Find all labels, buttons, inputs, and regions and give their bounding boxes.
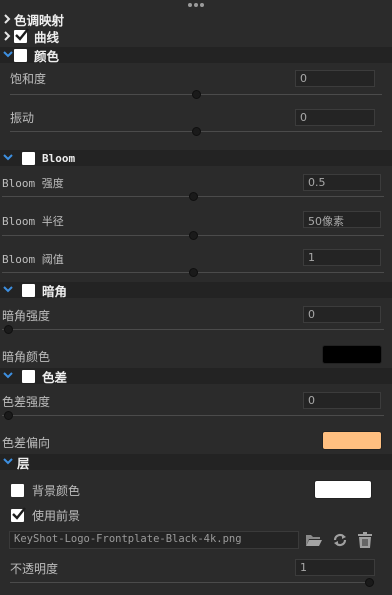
section-title-layers: 层 — [17, 455, 30, 471]
background-color-row[interactable]: 背景颜色 — [11, 482, 80, 499]
refresh-icon[interactable] — [331, 532, 349, 548]
section-header-vignette[interactable]: 暗角 — [0, 282, 392, 299]
section-header-bloom[interactable]: Bloom — [0, 150, 392, 166]
chromatic-strength-input[interactable]: 0 — [303, 392, 381, 409]
use-foreground-label: 使用前景 — [32, 509, 81, 523]
section-title-curves: 曲线 — [34, 29, 60, 45]
trash-icon[interactable] — [356, 532, 374, 548]
use-foreground-checkbox[interactable] — [11, 507, 26, 522]
section-title-vignette: 暗角 — [42, 283, 68, 299]
saturation-label: 饱和度 — [10, 72, 47, 86]
opacity-input[interactable]: 1 — [295, 559, 375, 576]
saturation-slider-handle[interactable] — [191, 90, 201, 99]
chromatic-shift-swatch[interactable] — [322, 431, 382, 450]
saturation-input[interactable]: 0 — [295, 70, 375, 87]
section-header-color[interactable]: 颜色 — [0, 47, 392, 64]
vignette-checkbox[interactable] — [22, 283, 35, 297]
section-header-color-mapping[interactable]: 色调映射 — [0, 11, 392, 28]
section-title-chromatic: 色差 — [42, 369, 68, 385]
section-title-color: 颜色 — [34, 48, 60, 64]
bloom-threshold-slider-handle[interactable] — [188, 268, 198, 277]
vignette-strength-slider-handle[interactable] — [4, 325, 13, 334]
use-foreground-row[interactable]: 使用前景 — [11, 507, 80, 524]
vignette-strength-label: 暗角强度 — [2, 309, 51, 323]
bloom-checkbox[interactable] — [22, 151, 35, 165]
vignette-color-swatch[interactable] — [322, 345, 382, 364]
chromatic-checkbox[interactable] — [22, 369, 35, 383]
section-header-chromatic-aberration[interactable]: 色差 — [0, 368, 392, 385]
opacity-label: 不透明度 — [10, 562, 59, 576]
panel-drag-handle[interactable] — [0, 0, 392, 9]
chromatic-strength-slider-track[interactable] — [2, 415, 384, 416]
opacity-slider-handle[interactable] — [365, 578, 374, 587]
bloom-intensity-slider-handle[interactable] — [188, 192, 198, 201]
chevron-right-icon[interactable] — [0, 11, 14, 27]
bloom-radius-slider-handle[interactable] — [188, 231, 198, 240]
foreground-file-field[interactable]: KeyShot-Logo-Frontplate-Black-4k.png — [9, 531, 299, 549]
section-header-layers[interactable]: 层 — [0, 454, 392, 471]
vibrance-label: 振动 — [10, 111, 35, 125]
chevron-right-icon[interactable] — [0, 28, 14, 44]
chromatic-shift-label: 色差偏向 — [2, 436, 51, 450]
folder-icon[interactable] — [305, 532, 323, 548]
vignette-strength-input[interactable]: 0 — [303, 306, 381, 323]
background-color-label: 背景颜色 — [32, 484, 81, 498]
chromatic-strength-label: 色差强度 — [2, 395, 51, 409]
vignette-color-label: 暗角颜色 — [2, 350, 51, 364]
chevron-down-icon[interactable] — [0, 368, 14, 384]
vibrance-slider-handle[interactable] — [191, 127, 201, 136]
section-title-bloom: Bloom — [42, 151, 76, 165]
section-header-curves[interactable]: 曲线 — [0, 27, 392, 45]
chevron-down-icon[interactable] — [0, 47, 14, 63]
background-color-swatch[interactable] — [314, 480, 372, 499]
curves-checkbox[interactable] — [14, 27, 29, 43]
chevron-down-icon[interactable] — [0, 454, 14, 470]
vibrance-input[interactable]: 0 — [295, 109, 375, 126]
chevron-down-icon[interactable] — [0, 150, 14, 166]
vignette-strength-slider-track[interactable] — [2, 329, 384, 330]
background-color-checkbox[interactable] — [11, 484, 24, 497]
bloom-intensity-input[interactable]: 0.5 — [303, 174, 381, 191]
color-checkbox[interactable] — [14, 48, 27, 62]
chevron-down-icon[interactable] — [0, 282, 14, 298]
bloom-threshold-input[interactable]: 1 — [303, 249, 381, 266]
bloom-intensity-label: Bloom 强度 — [2, 177, 64, 190]
bloom-threshold-label: Bloom 阈值 — [2, 253, 64, 266]
chromatic-strength-slider-handle[interactable] — [4, 411, 13, 420]
bloom-radius-input[interactable]: 50像素 — [303, 211, 381, 228]
bloom-radius-label: Bloom 半径 — [2, 215, 64, 228]
opacity-slider-track[interactable] — [10, 582, 374, 583]
